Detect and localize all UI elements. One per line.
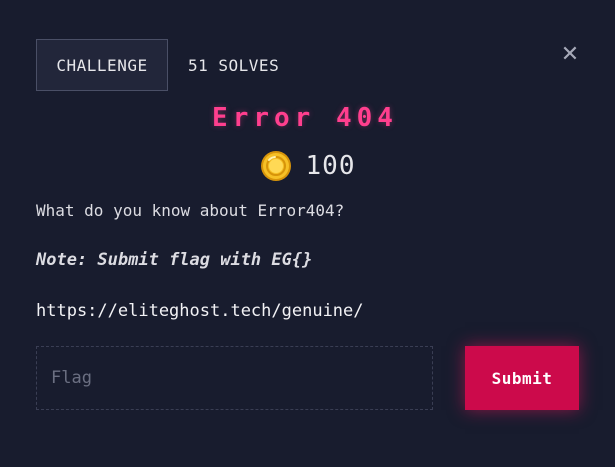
points-value: 100 (305, 151, 356, 181)
tab-solves[interactable]: 51 SOLVES (168, 39, 299, 91)
flag-input[interactable] (36, 346, 433, 410)
challenge-points: 100 (0, 150, 615, 182)
challenge-note: Note: Submit flag with EG{} (36, 250, 313, 270)
tab-challenge[interactable]: CHALLENGE (36, 39, 168, 91)
submit-button[interactable]: Submit (465, 346, 579, 410)
coin-icon (260, 151, 291, 181)
challenge-title: Error 404 (212, 103, 398, 133)
challenge-link[interactable]: https://eliteghost.tech/genuine/ (36, 301, 364, 321)
challenge-modal: CHALLENGE 51 SOLVES ✕ Error 404 100 What… (0, 0, 615, 467)
challenge-description: What do you know about Error404? (36, 201, 345, 220)
close-icon[interactable]: ✕ (559, 44, 581, 66)
